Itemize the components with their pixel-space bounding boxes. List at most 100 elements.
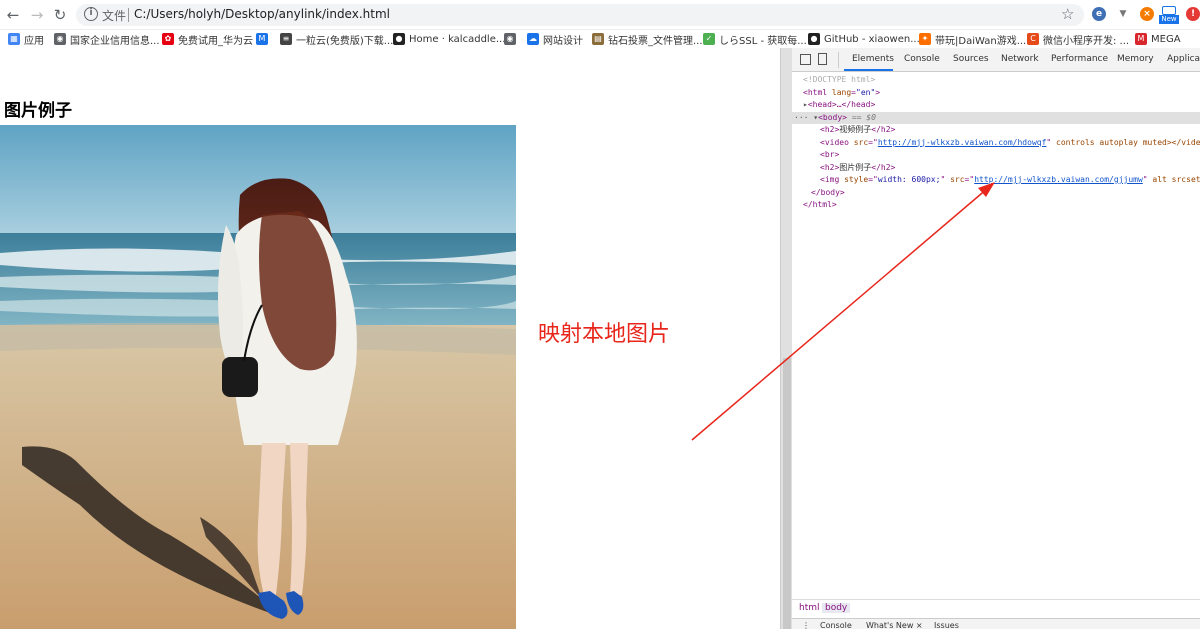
folder-icon: ▤ [592, 33, 604, 45]
breadcrumb-body[interactable]: body [822, 603, 851, 613]
bookmark-label: 应用 [24, 35, 44, 47]
extension-e-icon[interactable]: e [1092, 7, 1106, 21]
doc-icon: ≡ [280, 33, 292, 45]
video-src-link[interactable]: http://mjj-wlkxzb.vaiwan.com/hdowqf [878, 138, 1047, 147]
cloud-icon: ☁ [527, 33, 539, 45]
m-logo-icon: M [256, 33, 268, 45]
info-icon[interactable]: i [84, 7, 98, 21]
element-breadcrumb: html body [792, 599, 1200, 617]
bookmark-item[interactable]: ◉ [504, 32, 520, 46]
dom-line-html-close[interactable]: </html> [792, 199, 1200, 212]
bookmark-label: 免费试用_华为云 [178, 35, 253, 47]
scrollbar-thumb[interactable] [783, 358, 791, 629]
dom-line-html[interactable]: <html lang="en"> [792, 87, 1200, 100]
tab-console[interactable]: Console [904, 54, 940, 64]
dom-line-video[interactable]: <video src="http://mjj-wlkxzb.vaiwan.com… [792, 137, 1200, 150]
bookmark-label: 国家企业信用信息... [70, 35, 160, 47]
h2-video-text: 视频例子 [839, 125, 872, 134]
br-text: <br> [820, 150, 840, 159]
globe-icon: ◉ [504, 33, 516, 45]
breadcrumb-html[interactable]: html [796, 603, 823, 613]
img-tail: alt srcset [1152, 175, 1200, 184]
dom-line-h2-img[interactable]: <h2>图片例子</h2> [792, 162, 1200, 175]
dom-line-body[interactable]: ··· ▾<body> == $0 [792, 111, 1200, 124]
bookmark-label: GitHub - xiaowen... [824, 33, 920, 45]
bookmark-label: 网站设计 [543, 35, 583, 47]
tab-network[interactable]: Network [1001, 54, 1039, 64]
tab-elements[interactable]: Elements [852, 54, 894, 64]
url-text[interactable]: C:/Users/holyh/Desktop/anylink/index.htm… [134, 7, 390, 21]
bookmark-item[interactable]: M MEGA [1135, 32, 1181, 46]
body-close-text: </body> [811, 187, 845, 197]
bookmark-item[interactable]: ✓ しらSSL - 获取每... [703, 32, 807, 47]
bookmark-star-icon[interactable]: ☆ [1061, 5, 1074, 23]
devtools-panel: Elements Console Sources Network Perform… [792, 48, 1200, 630]
bookmark-item[interactable]: ▦ 应用 [8, 32, 44, 47]
bookmark-item[interactable]: M [256, 32, 272, 46]
github-icon: ● [808, 33, 820, 45]
tab-memory[interactable]: Memory [1117, 54, 1154, 64]
devtools-tabbar: Elements Console Sources Network Perform… [792, 48, 1200, 72]
body-marker: == $0 [851, 112, 876, 122]
bookmark-item[interactable]: ≡ 一粒云(免费版)下载... [280, 32, 394, 47]
bookmark-item[interactable]: ✦ 带玩|DaiWan游戏... [919, 32, 1027, 47]
doctype-text: <!DOCTYPE html> [803, 75, 876, 84]
extension-new-icon[interactable]: New [1159, 6, 1179, 24]
bookmark-label: 带玩|DaiWan游戏... [935, 35, 1027, 47]
bookmark-item[interactable]: ◉ 国家企业信用信息... [54, 32, 160, 47]
daiwan-icon: ✦ [919, 33, 931, 45]
tab-performance[interactable]: Performance [1051, 54, 1108, 64]
head-text: <head>…</head> [807, 100, 876, 109]
dom-line-br[interactable]: <br> [792, 149, 1200, 162]
devtools-splitter[interactable] [780, 48, 792, 629]
forward-arrow-icon[interactable]: → [28, 6, 46, 24]
dom-tree: <!DOCTYPE html> <html lang="en"> ▸<head>… [792, 74, 1200, 212]
active-tab-indicator [844, 69, 893, 71]
bookmark-item[interactable]: ▤ 钻石投票_文件管理... [592, 32, 703, 47]
bookmark-label: Home · kalcaddle... [409, 33, 506, 45]
inspect-element-icon[interactable] [800, 54, 811, 65]
bookmark-item[interactable]: ✿ 免费试用_华为云 [162, 32, 253, 47]
dom-line-h2-video[interactable]: <h2>视频例子</h2> [792, 124, 1200, 137]
bookmark-label: MEGA [1151, 33, 1181, 45]
device-toggle-icon[interactable] [818, 53, 827, 65]
browser-toolbar: ← → ↻ i 文件 C:/Users/holyh/Desktop/anylin… [0, 0, 1200, 30]
dom-line-body-close[interactable]: </body> [792, 187, 1200, 200]
dom-line-head[interactable]: ▸<head>…</head> [792, 99, 1200, 112]
back-arrow-icon[interactable]: ← [4, 6, 22, 24]
bookmark-item[interactable]: ● GitHub - xiaowen... [808, 32, 920, 46]
bookmarks-bar: ▦ 应用 ◉ 国家企业信用信息... ✿ 免费试用_华为云 M ≡ 一粒云(免费版)下载... ●… [0, 30, 1200, 48]
annotation-text: 映射本地图片 [538, 322, 671, 347]
c-logo-icon: C [1027, 33, 1039, 45]
address-bar[interactable]: i 文件 C:/Users/holyh/Desktop/anylink/inde… [76, 4, 1084, 26]
reload-icon[interactable]: ↻ [51, 6, 69, 24]
huawei-icon: ✿ [162, 33, 174, 45]
bookmark-item[interactable]: ☁ 网站设计 [527, 32, 583, 47]
ssl-icon: ✓ [703, 33, 715, 45]
bookmark-item[interactable]: C 微信小程序开发: ... [1027, 32, 1130, 47]
address-separator [128, 8, 129, 22]
bookmark-label: 钻石投票_文件管理... [608, 35, 703, 47]
mega-icon: M [1135, 33, 1147, 45]
extension-o-icon[interactable]: ! [1186, 7, 1200, 21]
dom-line-doctype[interactable]: <!DOCTYPE html> [792, 74, 1200, 87]
bookmark-label: しらSSL - 获取每... [719, 35, 807, 47]
bookmark-label: 微信小程序开发: ... [1043, 35, 1130, 47]
html-close-text: </html> [803, 200, 837, 209]
bookmark-item[interactable]: ● Home · kalcaddle... [393, 32, 505, 46]
h2-img-text: 图片例子 [839, 162, 872, 172]
extension-filter-icon[interactable]: ▼ [1116, 7, 1130, 21]
apps-grid-icon: ▦ [8, 33, 20, 45]
tab-sources[interactable]: Sources [953, 54, 989, 64]
tabbar-divider [838, 52, 839, 68]
video-tail: controls autoplay muted></video> [1056, 137, 1200, 147]
dom-line-img[interactable]: <img style="width: 600px;" src="http://m… [792, 174, 1200, 187]
github-icon: ● [393, 33, 405, 45]
img-style-value: width: 600px; [877, 175, 941, 184]
tab-application[interactable]: Application [1167, 54, 1200, 64]
img-src-link[interactable]: http://mjj-wlkxzb.vaiwan.com/gjjumw [974, 175, 1143, 184]
globe-icon: ◉ [54, 33, 66, 45]
bookmark-label: 一粒云(免费版)下载... [296, 35, 394, 47]
extension-x-icon[interactable]: × [1140, 7, 1154, 21]
body-open-text: <body> [818, 112, 847, 122]
